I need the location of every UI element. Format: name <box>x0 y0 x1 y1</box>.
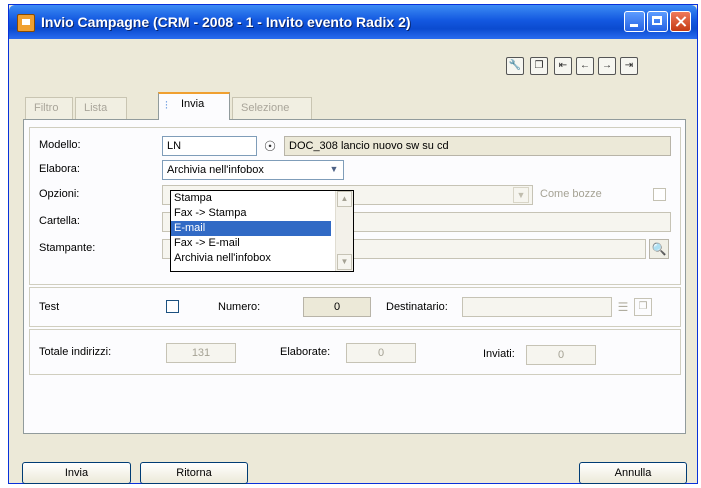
elaborate-field: 0 <box>346 343 416 363</box>
stampante-label: Stampante: <box>39 242 96 254</box>
tab-filtro[interactable]: Filtro <box>25 97 73 119</box>
main-window: Invio Campagne (CRM - 2008 - 1 - Invito … <box>8 4 698 484</box>
come-bozze-checkbox[interactable] <box>653 188 666 201</box>
tab-selezione[interactable]: Selezione <box>232 97 312 119</box>
chevron-down-icon[interactable]: ▼ <box>326 162 342 178</box>
open-record-icon[interactable]: ❐ <box>634 298 652 316</box>
numero-field: 0 <box>303 297 371 317</box>
totale-indirizzi-label: Totale indirizzi: <box>39 346 112 358</box>
tab-invia-label: Invia <box>181 98 205 110</box>
inviati-label: Inviati: <box>483 348 515 360</box>
app-icon <box>17 14 35 32</box>
window-title: Invio Campagne (CRM - 2008 - 1 - Invito … <box>41 14 411 30</box>
lookup-icon[interactable]: ☉ <box>260 136 280 156</box>
destinatario-label: Destinatario: <box>386 301 448 313</box>
elabora-dropdown-list[interactable]: Stampa Fax -> Stampa E-mail Fax -> E-mai… <box>170 190 354 272</box>
list-icon[interactable]: ☰ <box>615 298 631 316</box>
modello-code-field[interactable]: LN <box>162 136 257 156</box>
dropdown-option-stampa[interactable]: Stampa <box>171 191 331 206</box>
test-label: Test <box>39 301 60 313</box>
dropdown-option-fax-stampa[interactable]: Fax -> Stampa <box>171 206 331 221</box>
elabora-label: Elabora: <box>39 163 80 175</box>
elaborate-label: Elaborate: <box>280 346 331 358</box>
export-icon[interactable]: ❐ <box>530 57 548 75</box>
last-record-icon[interactable]: ⇥ <box>620 57 638 75</box>
close-button[interactable] <box>670 11 691 32</box>
elabora-select[interactable]: Archivia nell'infobox <box>162 160 344 180</box>
minimize-button[interactable] <box>624 11 645 32</box>
test-checkbox[interactable] <box>166 300 179 313</box>
annulla-button[interactable]: Annulla <box>579 462 687 484</box>
tab-invia[interactable]: ⫶ Invia <box>158 92 230 120</box>
ritorna-button-label: Ritorna <box>176 467 212 479</box>
next-record-icon[interactable]: → <box>598 57 616 75</box>
scroll-down-icon[interactable]: ▼ <box>337 254 352 270</box>
previous-record-icon[interactable]: ← <box>576 57 594 75</box>
maximize-button[interactable] <box>647 11 668 32</box>
totale-indirizzi-field: 131 <box>166 343 236 363</box>
title-bar[interactable]: Invio Campagne (CRM - 2008 - 1 - Invito … <box>9 5 697 39</box>
dropdown-option-fax-email[interactable]: Fax -> E-mail <box>171 236 331 251</box>
destinatario-field[interactable] <box>462 297 612 317</box>
come-bozze-label: Come bozze <box>540 188 602 200</box>
tree-icon: ⫶ <box>165 100 168 112</box>
inviati-field: 0 <box>526 345 596 365</box>
modello-description-field: DOC_308 lancio nuovo sw su cd <box>284 136 671 156</box>
cartella-label: Cartella: <box>39 215 80 227</box>
dropdown-option-archivia[interactable]: Archivia nell'infobox <box>171 251 331 266</box>
ritorna-button[interactable]: Ritorna <box>140 462 248 484</box>
scroll-up-icon[interactable]: ▲ <box>337 191 352 207</box>
modello-label: Modello: <box>39 139 81 151</box>
dropdown-option-email[interactable]: E-mail <box>171 221 331 236</box>
tab-lista[interactable]: Lista <box>75 97 127 119</box>
search-icon[interactable]: 🔍 <box>649 239 669 259</box>
dropdown-scrollbar[interactable]: ▲ ▼ <box>335 191 353 271</box>
invia-button[interactable]: Invia <box>22 462 131 484</box>
first-record-icon[interactable]: ⇤ <box>554 57 572 75</box>
wrench-icon[interactable]: 🔧 <box>506 57 524 75</box>
opzioni-label: Opzioni: <box>39 188 80 200</box>
numero-label: Numero: <box>218 301 261 313</box>
opzioni-dropdown-icon[interactable]: ▼ <box>513 187 529 203</box>
